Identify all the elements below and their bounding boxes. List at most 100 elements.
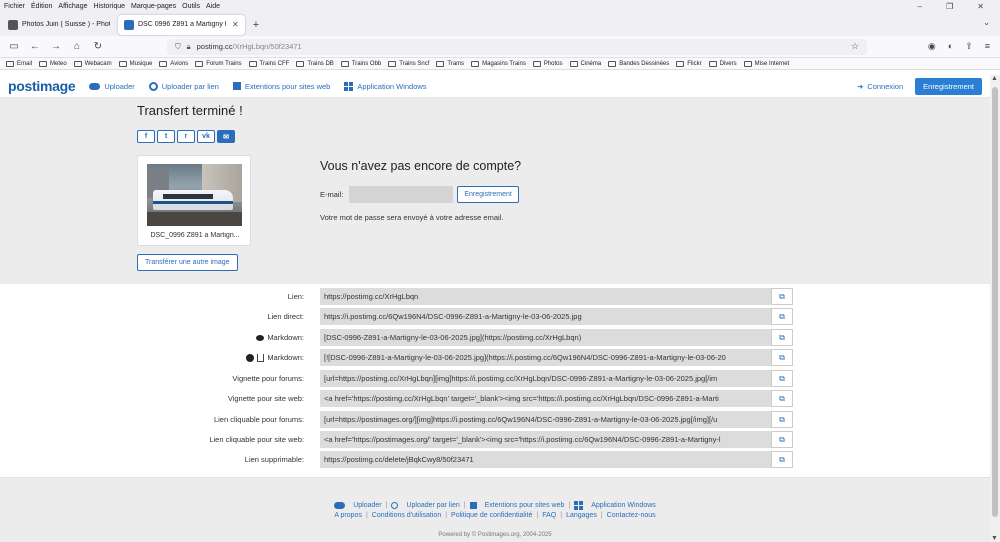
bookmark-folder[interactable]: Meteo xyxy=(39,60,67,67)
menu-bookmarks[interactable]: Marque-pages xyxy=(131,3,176,10)
nav-windows-app[interactable]: Application Windows xyxy=(344,81,427,91)
facebook-share-icon[interactable]: f xyxy=(137,130,155,143)
bookmark-folder[interactable]: Magasins Trains xyxy=(471,60,526,67)
bookmark-folder[interactable]: Trains Obb xyxy=(340,60,381,67)
menu-hamburger-icon[interactable]: ≡ xyxy=(985,41,990,52)
bookmark-folder[interactable]: Trains DB xyxy=(296,60,334,67)
nav-upload-by-link[interactable]: Uploader par lien xyxy=(148,81,219,91)
link-field[interactable]: [DSC-0996-Z891-a-Martigny-le-03-06-2025.… xyxy=(320,329,771,346)
menu-history[interactable]: Historique xyxy=(93,3,125,10)
bookmark-folder[interactable]: Webacam xyxy=(73,60,112,67)
footer-link[interactable]: Application Windows xyxy=(591,502,656,509)
home-icon[interactable]: ⌂ xyxy=(69,41,85,52)
bookmark-folder[interactable]: Mise Internet xyxy=(743,60,789,67)
url-bar[interactable]: ⛉ 🔒︎ postimg.cc/XrHgLbqn/50f23471 ☆ xyxy=(167,38,867,55)
scrollbar-thumb[interactable] xyxy=(992,87,998,517)
tab-photos[interactable]: Photos Juin ( Suisse ) - Photos ! xyxy=(2,15,116,35)
copy-icon[interactable]: ⧉ xyxy=(771,390,793,407)
register-button[interactable]: Enregistrement xyxy=(915,77,982,95)
reddit-share-icon[interactable]: r xyxy=(177,130,195,143)
bookmark-folder[interactable]: Trains CFF xyxy=(248,60,289,67)
copy-icon[interactable]: ⧉ xyxy=(771,370,793,387)
email-field[interactable] xyxy=(349,186,454,203)
restore-icon[interactable]: ❐ xyxy=(946,2,953,11)
bookmark-folder[interactable]: Avions xyxy=(159,60,188,67)
close-window-icon[interactable]: ✕ xyxy=(977,2,984,11)
email-share-icon[interactable]: ✉ xyxy=(217,130,235,143)
folder-icon xyxy=(436,60,445,67)
footer-link[interactable]: Politique de confidentialité xyxy=(451,512,532,519)
bookmark-folder[interactable]: Trains Sncf xyxy=(388,60,429,67)
link-field[interactable]: https://i.postimg.cc/6Qw196N4/DSC-0996-Z… xyxy=(320,308,771,325)
footer-link[interactable]: Uploader par lien xyxy=(406,502,459,509)
extension-icon[interactable]: ◐ xyxy=(948,41,953,52)
link-field[interactable]: https://postimg.cc/XrHgLbqn xyxy=(320,288,771,305)
nav-extensions[interactable]: Extentions pour sites web xyxy=(232,82,330,91)
link-field[interactable]: <a href='https://postimages.org/' target… xyxy=(320,431,771,448)
nav-label: Uploader xyxy=(104,81,135,91)
link-field[interactable]: [![DSC-0996-Z891-a-Martigny-le-03-06-202… xyxy=(320,349,771,366)
page-scrollbar[interactable]: ▲ ▼ xyxy=(990,75,1000,542)
tab-list-chevron-icon[interactable]: ⌄ xyxy=(983,18,990,27)
bookmark-star-icon[interactable]: ☆ xyxy=(851,41,859,52)
login-link[interactable]: ➜ Connexion xyxy=(857,82,903,91)
thumbnail-card[interactable]: DSC_0996 Z891 a Martign... xyxy=(137,155,251,246)
lock-icon[interactable]: 🔒︎ xyxy=(187,42,191,52)
back-icon[interactable]: ← xyxy=(27,41,43,52)
share-icon[interactable]: ⇪ xyxy=(965,41,973,52)
copy-icon[interactable]: ⧉ xyxy=(771,451,793,468)
close-tab-icon[interactable]: ✕ xyxy=(232,20,239,29)
footer-link[interactable]: Extentions pour sites web xyxy=(485,502,565,509)
menu-tools[interactable]: Outils xyxy=(182,3,200,10)
cloud-upload-icon xyxy=(89,82,101,90)
shield-icon[interactable]: ⛉ xyxy=(175,42,181,52)
copy-icon[interactable]: ⧉ xyxy=(771,288,793,305)
footer-link[interactable]: Conditions d'utilisation xyxy=(372,512,441,519)
copy-icon[interactable]: ⧉ xyxy=(771,308,793,325)
account-icon[interactable]: ◉ xyxy=(928,41,936,52)
postimage-logo[interactable]: postimage xyxy=(8,78,76,94)
forward-icon[interactable]: → xyxy=(48,41,64,52)
reload-icon[interactable]: ↻ xyxy=(90,41,106,52)
twitter-share-icon[interactable]: t xyxy=(157,130,175,143)
nav-uploader[interactable]: Uploader xyxy=(89,81,135,91)
footer-link[interactable]: A propos xyxy=(334,512,362,519)
footer-link[interactable]: Langages xyxy=(566,512,597,519)
bookmark-folder[interactable]: Photos xyxy=(532,60,563,67)
copy-icon[interactable]: ⧉ xyxy=(771,349,793,366)
bookmark-folder[interactable]: Flickr xyxy=(676,60,702,67)
menu-help[interactable]: Aide xyxy=(206,3,220,10)
footer-link[interactable]: FAQ xyxy=(542,512,556,519)
email-register-button[interactable]: Enregistrement xyxy=(457,186,519,203)
copy-icon[interactable]: ⧉ xyxy=(771,329,793,346)
upload-another-button[interactable]: Transférer une autre image xyxy=(137,254,238,271)
vk-share-icon[interactable]: vk xyxy=(197,130,215,143)
link-field[interactable]: [url=https://postimages.org/][img]https:… xyxy=(320,411,771,428)
menu-file[interactable]: Fichier xyxy=(4,3,25,10)
bookmark-folder[interactable]: Email xyxy=(6,60,32,67)
copy-icon[interactable]: ⧉ xyxy=(771,431,793,448)
bookmark-folder[interactable]: Forum Trains xyxy=(195,60,242,67)
menu-view[interactable]: Affichage xyxy=(58,3,87,10)
link-field[interactable]: [url=https://postimg.cc/XrHgLbqn][img]ht… xyxy=(320,370,771,387)
sidebar-icon[interactable]: ▭ xyxy=(6,41,22,52)
bookmark-folder[interactable]: Trams xyxy=(436,60,464,67)
tab-postimage[interactable]: DSC 0996 Z891 a Martigny le 0 ✕ xyxy=(118,14,245,35)
scroll-up-icon[interactable]: ▲ xyxy=(991,75,998,82)
new-tab-icon[interactable]: + xyxy=(253,19,259,31)
minimize-icon[interactable]: – xyxy=(918,2,922,11)
bookmark-folder[interactable]: Divers xyxy=(708,60,737,67)
menu-edit[interactable]: Édition xyxy=(31,3,52,10)
bookmark-folder[interactable]: Cinéma xyxy=(569,60,601,67)
bookmark-folder[interactable]: Bandes Dessinées xyxy=(608,60,669,67)
link-field[interactable]: <a href='https://postimg.cc/XrHgLbqn' ta… xyxy=(320,390,771,407)
separator: | xyxy=(463,502,466,509)
scroll-down-icon[interactable]: ▼ xyxy=(991,535,998,542)
thumbnail-image[interactable] xyxy=(147,164,242,226)
bookmark-folder[interactable]: Musique xyxy=(118,60,152,67)
footer-link[interactable]: Uploader xyxy=(353,502,381,509)
copy-icon[interactable]: ⧉ xyxy=(771,411,793,428)
link-field[interactable]: https://postimg.cc/delete/jBqkCwy8/50f23… xyxy=(320,451,771,468)
link-label: Lien supprimable: xyxy=(244,455,304,464)
footer-link[interactable]: Contactez-nous xyxy=(607,512,656,519)
